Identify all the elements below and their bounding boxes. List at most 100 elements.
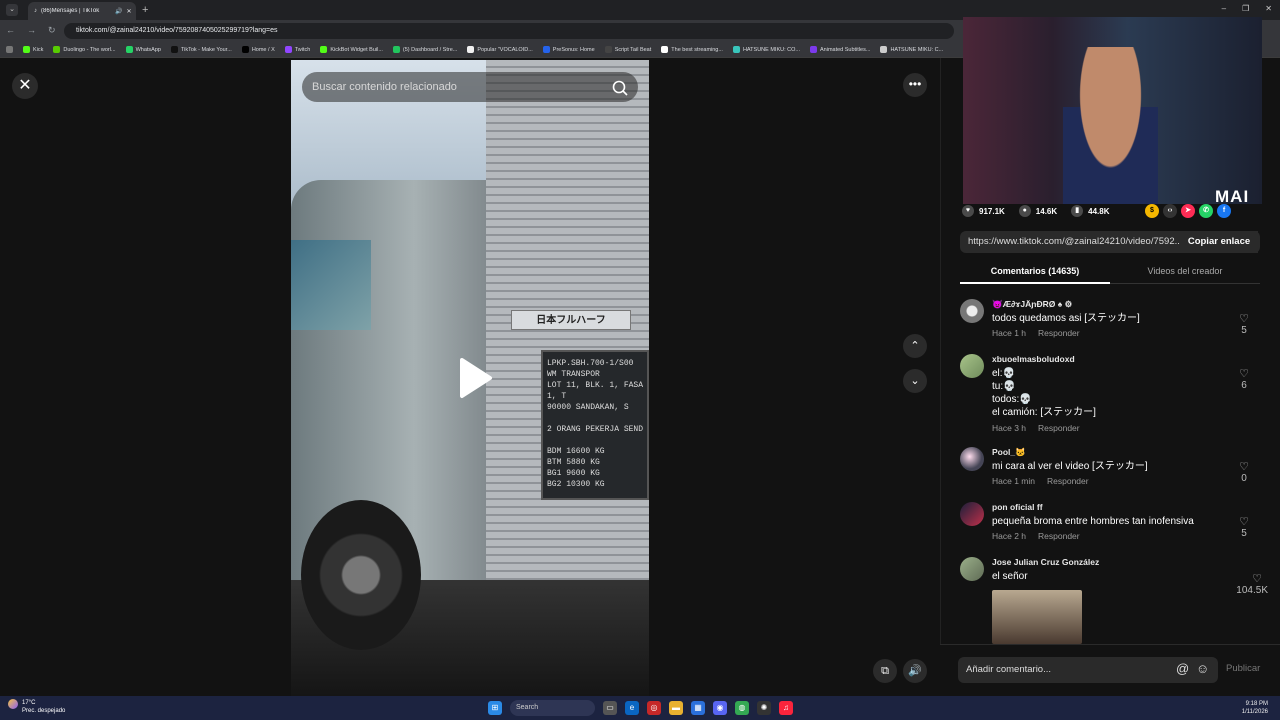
save-stat[interactable]: ▮ 44.8K [1071,205,1110,217]
copy-link-button[interactable]: Copiar enlace [1180,231,1258,253]
bookmark-item[interactable]: Script Tail Beat [604,46,651,53]
tab-comments[interactable]: Comentarios (14635) [960,260,1110,284]
tab-search-menu-icon[interactable]: ⌄ [6,4,18,16]
reply-button[interactable]: Responder [1038,328,1080,338]
panel-tabs: Comentarios (14635) Videos del creador [960,260,1260,284]
bookmark-favicon-icon [880,46,888,53]
comment-username[interactable]: Jose Julian Cruz González [992,557,1099,567]
mention-icon[interactable]: @ [1176,661,1189,676]
comment-like[interactable]: ♡ 104.5K [1236,573,1268,596]
send-icon[interactable]: ➤ [1181,204,1195,218]
comment-like[interactable]: ♡ 5 [1236,313,1252,336]
bookmark-item[interactable]: TikTok - Make Your... [170,46,232,53]
search-icon[interactable] [610,78,630,98]
bookmark-label: Twitch [294,46,311,53]
avatar[interactable] [960,502,984,526]
weather-widget[interactable]: 17°C Prec. despejado [8,699,65,715]
avatar[interactable] [960,447,984,471]
bookmark-item[interactable]: Animated Subtitles... [810,46,870,53]
more-options-button[interactable]: ••• [903,73,927,97]
bookmark-item[interactable]: PreSonus: Home [542,46,595,53]
play-icon[interactable] [452,356,496,400]
bookmark-item[interactable]: (5) Dashboard / Stre... [392,46,457,53]
apps-grid-icon[interactable] [6,46,13,53]
bookmark-favicon-icon [542,46,550,53]
comment-like[interactable]: ♡ 5 [1236,516,1252,539]
coin-share-icon[interactable]: $ [1145,204,1159,218]
task-view-icon[interactable]: ▭ [603,701,617,715]
bookmark-item[interactable]: Twitch [284,46,311,53]
bookmark-item[interactable]: Duolingo - The worl... [53,46,116,53]
bookmark-item[interactable]: Home / X [241,46,275,53]
url-field[interactable]: tiktok.com/@zainal24210/video/7592087405… [64,23,954,39]
maximize-icon[interactable]: ❐ [1242,4,1249,13]
publish-button[interactable]: Publicar [1226,663,1260,674]
weather-temp: 17°C [22,700,36,706]
bookmark-item[interactable]: HATSUNE MIKU: CO... [732,46,800,53]
music-icon[interactable]: ♫ [779,701,793,715]
comment-like[interactable]: ♡ 0 [1236,461,1252,484]
comment-username[interactable]: xbuoelmasboludoxd [992,354,1075,364]
browser-tab-tiktok[interactable]: ♪ (86)Mensajes | TikTok 🔊 ✕ [28,2,136,20]
comment-sticker-image[interactable] [992,590,1082,644]
tab-close-icon[interactable]: ✕ [126,8,131,15]
embed-icon[interactable]: ‹› [1163,204,1177,218]
picture-in-picture-icon[interactable]: ⧉ [873,659,897,683]
edge-icon[interactable]: e [625,701,639,715]
openai-icon[interactable]: ✺ [757,701,771,715]
bookmark-item[interactable]: Popular "VOCALOID... [467,46,533,53]
avatar[interactable] [960,354,984,378]
reload-icon[interactable]: ↻ [48,25,56,36]
app-icon[interactable]: ◎ [647,701,661,715]
bookmark-label: HATSUNE MIKU: C... [890,46,944,53]
windows-start-icon[interactable]: ⊞ [488,701,502,715]
like-count: 0 [1241,473,1247,484]
comment-stat[interactable]: ● 14.6K [1018,205,1057,217]
bookmark-item[interactable]: Kick [23,46,43,53]
reply-button[interactable]: Responder [1038,531,1080,541]
whatsapp-icon[interactable]: ✆ [1199,204,1213,218]
window-close-icon[interactable]: ✕ [1265,4,1272,13]
bookmark-favicon-icon [604,46,612,53]
store-icon[interactable]: ▦ [691,701,705,715]
reply-button[interactable]: Responder [1047,476,1089,486]
back-icon[interactable]: ← [6,25,15,36]
new-tab-button[interactable]: + [142,4,148,16]
comment-time: Hace 2 h [992,531,1027,541]
comment-username[interactable]: pon oficial ff [992,502,1043,512]
chrome-icon[interactable]: ◍ [735,701,749,715]
comment-like[interactable]: ♡ 6 [1236,368,1252,391]
like-count: 5 [1241,325,1247,336]
truck-window [291,240,371,330]
previous-video-button[interactable]: ⌃ [903,334,927,358]
taskbar-search[interactable]: Search [510,700,595,716]
minimize-icon[interactable]: – [1222,4,1226,13]
comment-username[interactable]: Pool_🐱 [992,447,1026,458]
comment-username[interactable]: 👿Æ∂ɤJÄɲĐRØ ♠ ⚙ [992,299,1072,310]
forward-icon[interactable]: → [27,25,36,36]
file-explorer-icon[interactable]: ▬ [669,701,683,715]
taskbar-apps: ⊞ Search ▭ e ◎ ▬ ▦ ◉ ◍ ✺ ♫ [488,700,793,716]
heart-outline-icon: ♡ [1239,313,1249,325]
tab-creator-videos[interactable]: Videos del creador [1110,260,1260,284]
comment-text: pequeña broma entre hombres tan inofensi… [992,516,1194,527]
taskbar-clock[interactable]: 9:18 PM 1/11/2026 [1242,700,1268,716]
like-stat[interactable]: ♥ 917.1K [962,205,1005,217]
facebook-icon[interactable]: f [1217,204,1231,218]
plate-line: LOT 11, BLK. 1, FASA 1, T [547,381,644,401]
emoji-icon[interactable]: ☺ [1196,661,1209,676]
discord-icon[interactable]: ◉ [713,701,727,715]
bookmark-item[interactable]: The best streaming... [661,46,723,53]
volume-icon[interactable]: 🔊 [903,659,927,683]
speaker-icon[interactable]: 🔊 [115,8,122,15]
bookmark-item[interactable]: WhatsApp [125,46,161,53]
close-video-button[interactable]: ✕ [12,73,38,99]
avatar[interactable] [960,299,984,323]
avatar[interactable] [960,557,984,581]
related-search-input[interactable]: Buscar contenido relacionado [302,72,638,102]
reply-button[interactable]: Responder [1038,423,1080,433]
comment-meta: Hace 2 h Responder [992,531,1080,541]
next-video-button[interactable]: ⌄ [903,369,927,393]
bookmark-item[interactable]: HATSUNE MIKU: C... [880,46,943,53]
bookmark-item[interactable]: KickBot Widget Buil... [320,46,383,53]
